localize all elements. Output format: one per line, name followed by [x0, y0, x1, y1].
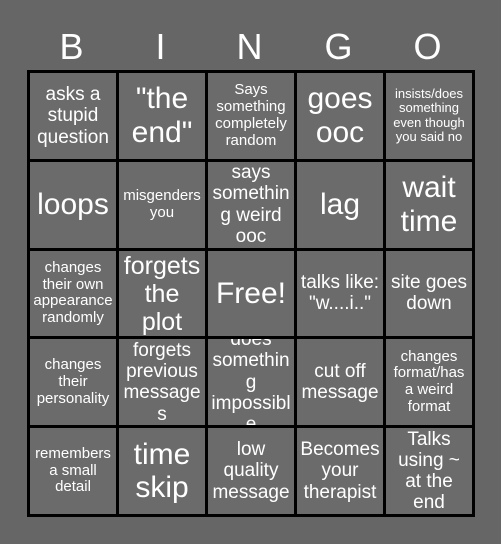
bingo-cell-r5-c3[interactable]: low quality message — [208, 428, 294, 514]
bingo-cell-label: loops — [37, 187, 109, 221]
header-letter-b: B — [59, 26, 84, 67]
bingo-cell-label: changes their own appearance randomly — [33, 258, 113, 327]
bingo-cell-label: changes format/has a weird format — [393, 347, 465, 416]
bingo-cell-label: goes ooc — [307, 82, 373, 149]
bingo-cell-r4-c4[interactable]: cut off message — [297, 339, 383, 426]
bingo-cell-label: site goes down — [390, 272, 468, 315]
bingo-cell-label: does something impossible — [211, 339, 291, 426]
bingo-card: B I N G O asks a stupid question "the end… — [0, 0, 501, 544]
bingo-cell-free[interactable]: Free! — [208, 250, 294, 337]
bingo-cell-r3-c2[interactable]: forgets the plot — [119, 250, 205, 337]
bingo-cell-r1-c2[interactable]: "the end" — [119, 73, 205, 159]
bingo-cell-label: forgets the plot — [123, 251, 201, 336]
bingo-cell-r4-c2[interactable]: forgets previous messages — [119, 339, 205, 426]
bingo-cell-label: changes their personality — [36, 356, 110, 407]
bingo-cell-r5-c2[interactable]: time skip — [119, 428, 205, 514]
bingo-cell-label: remembers a small detail — [35, 444, 111, 496]
header-letter-i: I — [155, 26, 166, 67]
bingo-cell-label: asks a stupid question — [37, 84, 109, 148]
header-letter-o: O — [413, 26, 442, 67]
bingo-cell-r4-c1[interactable]: changes their personality — [30, 339, 116, 426]
bingo-grid: asks a stupid question "the end" Says some… — [27, 70, 475, 517]
header-letter-g: G — [324, 26, 353, 67]
bingo-cell-label: says something weird ooc — [212, 162, 290, 247]
header-letter-n: N — [236, 26, 263, 67]
bingo-cell-r4-c3[interactable]: does something impossible — [208, 339, 294, 426]
bingo-cell-label: time skip — [133, 437, 191, 505]
bingo-cell-r1-c1[interactable]: asks a stupid question — [30, 73, 116, 159]
bingo-cell-label: forgets previous messages — [123, 339, 201, 425]
bingo-cell-r1-c5[interactable]: insists/does something even though you s… — [386, 73, 472, 159]
bingo-cell-r1-c3[interactable]: Says something completely random — [208, 73, 294, 159]
bingo-cell-r5-c4[interactable]: Becomes your therapist — [297, 428, 383, 514]
bingo-cell-r2-c1[interactable]: loops — [30, 161, 116, 248]
bingo-cell-label: Talks using ~ at the end — [398, 428, 460, 514]
bingo-cell-r2-c4[interactable]: lag — [297, 161, 383, 248]
bingo-cell-label: insists/does something even though you s… — [393, 85, 465, 145]
bingo-cell-r3-c4[interactable]: talks like: "w....i.." — [297, 250, 383, 337]
bingo-cell-label: wait time — [400, 171, 458, 238]
bingo-cell-label: Becomes your therapist — [300, 439, 380, 503]
bingo-cell-label: "the end" — [131, 82, 193, 149]
bingo-cell-label: lag — [319, 187, 361, 221]
bingo-cell-label: Free! — [215, 276, 287, 310]
bingo-cell-label: talks like: "w....i.." — [300, 272, 380, 315]
bingo-cell-r2-c3[interactable]: says something weird ooc — [208, 161, 294, 248]
bingo-cell-r4-c5[interactable]: changes format/has a weird format — [386, 339, 472, 426]
bingo-cell-label: low quality message — [212, 439, 290, 503]
bingo-cell-label: Says something completely random — [215, 81, 287, 149]
bingo-cell-r2-c5[interactable]: wait time — [386, 161, 472, 248]
bingo-cell-label: misgenders you — [123, 186, 201, 221]
bingo-header: B I N G O — [27, 26, 472, 68]
bingo-cell-r2-c2[interactable]: misgenders you — [119, 161, 205, 248]
bingo-cell-r5-c5[interactable]: Talks using ~ at the end — [386, 428, 472, 514]
bingo-cell-r1-c4[interactable]: goes ooc — [297, 73, 383, 159]
bingo-cell-r3-c5[interactable]: site goes down — [386, 250, 472, 337]
bingo-cell-r3-c1[interactable]: changes their own appearance randomly — [30, 250, 116, 337]
bingo-cell-label: cut off message — [301, 361, 379, 404]
bingo-cell-r5-c1[interactable]: remembers a small detail — [30, 428, 116, 514]
